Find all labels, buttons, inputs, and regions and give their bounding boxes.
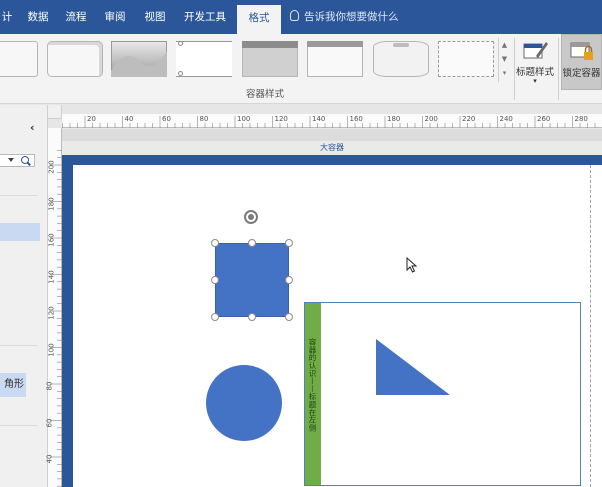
tab-review[interactable]: 审阅 — [99, 0, 131, 34]
tab-data[interactable]: 数据 — [22, 0, 54, 34]
container-style-gallery: ▲ ▼ ▾ — [0, 34, 510, 85]
tab-design[interactable]: 计 — [0, 0, 14, 34]
resize-handle-nw[interactable] — [211, 239, 219, 247]
resize-handle-w[interactable] — [211, 276, 219, 284]
outer-container-title[interactable]: 大容器 — [62, 141, 602, 155]
ruler-label: 40 — [124, 115, 134, 123]
horizontal-ruler: 20 40 60 80 100 120 140 160 180 200 220 240 260 280 — [62, 114, 602, 128]
ruler-label: 200 — [47, 160, 56, 174]
inner-container-heading[interactable]: 容器的认识——标题在左侧 — [305, 303, 321, 485]
gallery-scroll[interactable]: ▲ ▼ ▾ — [498, 38, 510, 82]
resize-handle-e[interactable] — [285, 276, 293, 284]
lock-container-label: 锁定容器 — [562, 68, 601, 79]
ruler-label: 200 — [424, 115, 438, 123]
tell-me-search[interactable]: 告诉我你想要做什么 — [290, 0, 399, 34]
collapse-panel-icon[interactable]: ‹ — [30, 121, 35, 134]
gallery-more-icon[interactable]: ▾ — [499, 66, 510, 80]
ruler-label: 180 — [387, 115, 401, 123]
ruler-label: 100 — [237, 115, 251, 123]
resize-handle-n[interactable] — [248, 239, 256, 247]
ruler-label: 80 — [199, 115, 209, 123]
ruler-label: 40 — [45, 454, 54, 464]
container-style-3[interactable] — [111, 41, 167, 77]
ruler-label: 20 — [87, 115, 96, 123]
container-style-2[interactable] — [47, 41, 103, 77]
title-style-label: 标题样式 — [515, 67, 554, 78]
page-break-line — [590, 165, 591, 487]
resize-handle-ne[interactable] — [285, 239, 293, 247]
square-shape[interactable] — [215, 243, 289, 317]
gallery-down-icon[interactable]: ▼ — [499, 52, 510, 66]
ruler-label: 240 — [499, 115, 513, 123]
tell-me-placeholder: 告诉我你想要做什么 — [304, 11, 399, 23]
ruler-label: 160 — [47, 233, 56, 247]
ruler-label: 100 — [47, 342, 56, 357]
container-style-7[interactable] — [373, 41, 429, 77]
shape-search-box[interactable] — [0, 154, 35, 167]
ruler-label: 80 — [45, 381, 54, 391]
vertical-ruler: 200 180 160 140 120 100 80 60 40 — [45, 128, 62, 487]
ruler-label: 140 — [312, 115, 326, 123]
tab-view[interactable]: 视图 — [139, 0, 171, 34]
tab-process[interactable]: 流程 — [60, 0, 92, 34]
gallery-up-icon[interactable]: ▲ — [499, 38, 510, 52]
ruler-label: 260 — [537, 115, 551, 123]
ruler-label: 120 — [47, 306, 56, 320]
stencil-item-shape[interactable]: 角形 — [0, 373, 26, 397]
lightbulb-icon — [290, 10, 299, 21]
lock-container-icon — [569, 39, 595, 63]
title-style-dropdown-icon: ▾ — [533, 77, 537, 85]
resize-handle-s[interactable] — [248, 313, 256, 321]
ribbon-tab-bar: 计 数据 流程 审阅 视图 开发工具 格式 告诉我你想要做什么 — [0, 0, 602, 34]
container-style-4[interactable] — [176, 41, 232, 77]
mouse-cursor-icon — [406, 257, 418, 273]
lock-container-button[interactable]: 锁定容器 — [561, 34, 602, 90]
drawing-canvas[interactable]: 大容器 容器的认识——标题在左侧 — [62, 129, 602, 487]
search-dropdown-icon[interactable] — [8, 158, 14, 162]
container-style-5[interactable] — [242, 41, 298, 77]
resize-handle-se[interactable] — [285, 313, 293, 321]
container-style-1[interactable] — [0, 41, 38, 77]
stencil-item-selected[interactable] — [0, 223, 40, 241]
tab-developer[interactable]: 开发工具 — [180, 0, 230, 34]
circle-shape[interactable] — [206, 365, 282, 441]
drawing-page[interactable]: 容器的认识——标题在左侧 — [73, 165, 602, 487]
resize-handle-sw[interactable] — [211, 313, 219, 321]
ruler-label: 180 — [47, 196, 56, 211]
container-style-6[interactable] — [307, 41, 363, 77]
inner-container[interactable]: 容器的认识——标题在左侧 — [304, 302, 581, 486]
ruler-label: 140 — [47, 269, 56, 284]
container-style-8[interactable] — [438, 41, 494, 77]
inner-container-title: 容器的认识——标题在左侧 — [308, 338, 317, 432]
ruler-label: 60 — [162, 115, 171, 123]
ruler-label: 120 — [274, 115, 288, 123]
ruler-label: 220 — [462, 115, 476, 123]
tab-format[interactable]: 格式 — [237, 5, 281, 34]
ruler-label: 280 — [574, 115, 588, 123]
ribbon-group-label: 容器样式 — [245, 89, 284, 100]
triangle-shape[interactable] — [376, 339, 450, 395]
title-style-icon — [522, 38, 548, 62]
search-icon[interactable] — [21, 156, 29, 164]
ruler-corner — [48, 105, 62, 119]
ruler-label: 160 — [349, 115, 363, 123]
shapes-panel: ‹ 角形 — [0, 105, 48, 487]
rotation-handle-icon[interactable] — [244, 210, 258, 224]
ruler-label: 60 — [45, 418, 54, 427]
ribbon: ▲ ▼ ▾ 容器样式 标题样式 ▾ 锁定容器 — [0, 34, 602, 104]
title-style-button[interactable]: 标题样式 ▾ — [514, 34, 556, 90]
